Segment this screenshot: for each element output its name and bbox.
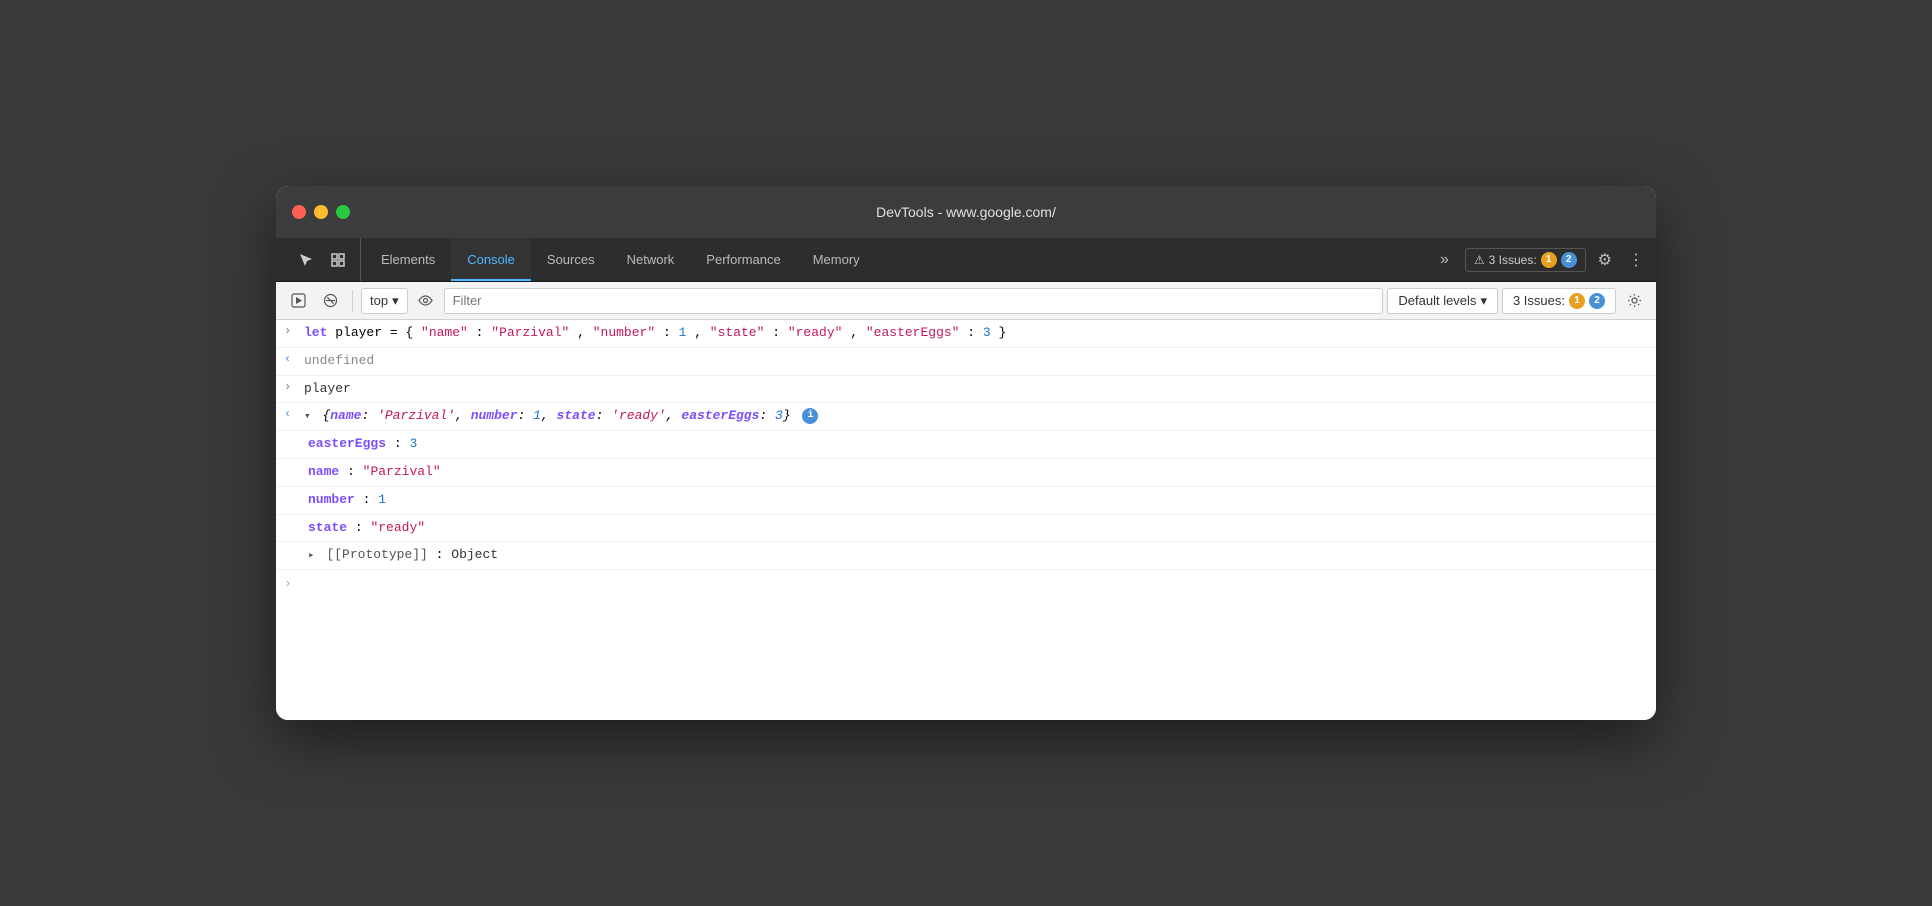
prop-number-content: number : 1 bbox=[308, 490, 1648, 511]
more-options-button[interactable]: ⋮ bbox=[1624, 250, 1648, 270]
issues-label: 3 Issues: bbox=[1489, 253, 1537, 267]
val-3: 3 bbox=[983, 325, 991, 340]
cursor-arrow: › bbox=[284, 576, 292, 591]
context-label: top bbox=[370, 293, 388, 308]
key-number: "number" bbox=[593, 325, 655, 340]
key-state: "state" bbox=[710, 325, 765, 340]
prop-prototype-content: ▸ [[Prototype]] : Object bbox=[308, 545, 1648, 566]
tab-right-controls: » ⚠ 3 Issues: 1 2 ⚙ ⋮ bbox=[1432, 238, 1648, 281]
key-eastereggs: "easterEggs" bbox=[866, 325, 960, 340]
issues-text: 3 Issues: bbox=[1513, 293, 1565, 308]
keyword-let: let bbox=[304, 325, 327, 340]
warning-icon: ⚠ bbox=[1474, 253, 1485, 267]
context-selector[interactable]: top ▾ bbox=[361, 288, 408, 314]
console-output: › let player = { "name" : "Parzival" , "… bbox=[276, 320, 1656, 720]
toolbar-divider bbox=[352, 290, 353, 312]
tab-memory[interactable]: Memory bbox=[797, 238, 876, 281]
key-name: "name" bbox=[421, 325, 468, 340]
levels-selector[interactable]: Default levels ▾ bbox=[1387, 288, 1498, 314]
console-output-line-4: ‹ ▾ {name: 'Parzival', number: 1, state:… bbox=[276, 403, 1656, 431]
expand-prototype-icon[interactable]: ▸ bbox=[308, 550, 315, 562]
prop-eastereggs: easterEggs : 3 bbox=[276, 431, 1656, 459]
console-input-content-1: let player = { "name" : "Parzival" , "nu… bbox=[304, 323, 1648, 344]
chevron-down-icon: ▾ bbox=[392, 293, 399, 309]
prop-prototype: ▸ [[Prototype]] : Object bbox=[276, 542, 1656, 570]
console-input-line-3: › player bbox=[276, 376, 1656, 404]
execute-button[interactable] bbox=[284, 287, 312, 315]
console-toolbar: top ▾ Default levels ▾ 3 Issues: 1 2 bbox=[276, 282, 1656, 320]
output-arrow-4: ‹ bbox=[284, 406, 298, 421]
tab-performance[interactable]: Performance bbox=[690, 238, 796, 281]
eye-button[interactable] bbox=[412, 287, 440, 315]
prop-eastereggs-content: easterEggs : 3 bbox=[308, 434, 1648, 455]
issues-badge[interactable]: ⚠ 3 Issues: 1 2 bbox=[1465, 248, 1586, 272]
console-input-content-3: player bbox=[304, 379, 1648, 400]
prop-name: name : "Parzival" bbox=[276, 459, 1656, 487]
console-output-content-2: undefined bbox=[304, 351, 1648, 372]
prop-name-content: name : "Parzival" bbox=[308, 462, 1648, 483]
clear-console-button[interactable] bbox=[316, 287, 344, 315]
collapse-arrow-icon[interactable]: ▾ bbox=[304, 411, 311, 423]
tab-console[interactable]: Console bbox=[451, 238, 531, 281]
val-1: 1 bbox=[679, 325, 687, 340]
tab-network[interactable]: Network bbox=[611, 238, 691, 281]
close-button[interactable] bbox=[292, 205, 306, 219]
console-input-line-1: › let player = { "name" : "Parzival" , "… bbox=[276, 320, 1656, 348]
levels-chevron-icon: ▾ bbox=[1480, 293, 1487, 309]
settings-button[interactable]: ⚙ bbox=[1594, 250, 1616, 270]
window-title: DevTools - www.google.com/ bbox=[876, 204, 1056, 220]
input-arrow-3[interactable]: › bbox=[284, 379, 298, 394]
prop-number: number : 1 bbox=[276, 487, 1656, 515]
filter-input[interactable] bbox=[444, 288, 1384, 314]
prop-state-content: state : "ready" bbox=[308, 518, 1648, 539]
minimize-button[interactable] bbox=[314, 205, 328, 219]
input-arrow-1[interactable]: › bbox=[284, 323, 298, 338]
issues-count-toolbar[interactable]: 3 Issues: 1 2 bbox=[1502, 288, 1616, 314]
traffic-lights bbox=[292, 205, 350, 219]
inspect-icon[interactable] bbox=[324, 246, 352, 274]
issues-info-badge: 2 bbox=[1561, 252, 1577, 268]
console-output-line-2: ‹ undefined bbox=[276, 348, 1656, 376]
tab-list: Elements Console Sources Network Perform… bbox=[365, 238, 1432, 281]
undefined-text: undefined bbox=[304, 353, 374, 368]
toolbar-warning-badge: 1 bbox=[1569, 293, 1585, 309]
issues-warning-badge: 1 bbox=[1541, 252, 1557, 268]
title-bar: DevTools - www.google.com/ bbox=[276, 186, 1656, 238]
output-arrow-2: ‹ bbox=[284, 351, 298, 366]
console-settings-button[interactable] bbox=[1620, 287, 1648, 315]
tab-bar: Elements Console Sources Network Perform… bbox=[276, 238, 1656, 282]
devtools-window: DevTools - www.google.com/ Elements bbox=[276, 186, 1656, 720]
val-parzival: "Parzival" bbox=[491, 325, 569, 340]
object-info-badge[interactable]: i bbox=[802, 408, 818, 424]
toolbar-icons bbox=[284, 238, 361, 281]
tab-sources[interactable]: Sources bbox=[531, 238, 611, 281]
prop-state: state : "ready" bbox=[276, 515, 1656, 543]
toolbar-info-badge: 2 bbox=[1589, 293, 1605, 309]
cursor-icon[interactable] bbox=[292, 246, 320, 274]
more-tabs-button[interactable]: » bbox=[1432, 251, 1457, 269]
tab-elements[interactable]: Elements bbox=[365, 238, 451, 281]
player-ref: player bbox=[304, 381, 351, 396]
console-cursor-line[interactable]: › bbox=[276, 570, 1656, 597]
console-object-summary: ▾ {name: 'Parzival', number: 1, state: '… bbox=[304, 406, 1648, 427]
levels-label: Default levels bbox=[1398, 293, 1476, 308]
val-ready: "ready" bbox=[788, 325, 843, 340]
maximize-button[interactable] bbox=[336, 205, 350, 219]
